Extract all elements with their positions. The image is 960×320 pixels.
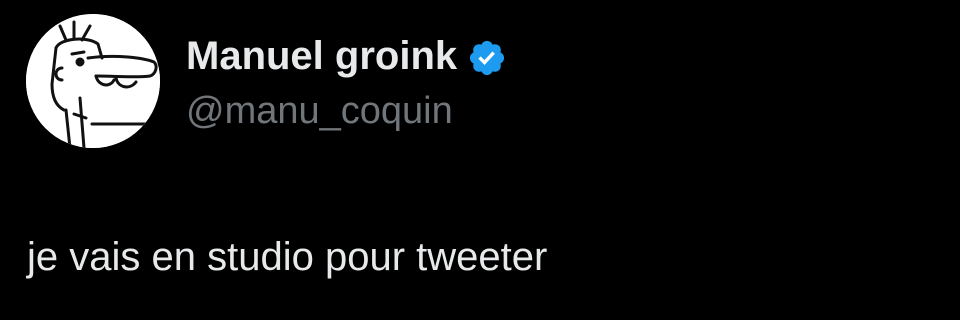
tweet: Manuel groink @manu_coquin je vais en st…	[0, 0, 960, 320]
author-avatar[interactable]	[26, 14, 160, 148]
tweet-text: je vais en studio pour tweeter	[27, 235, 548, 279]
cartoon-face-avatar-icon	[26, 14, 160, 148]
verified-badge-icon[interactable]	[467, 38, 507, 78]
author-display-name[interactable]: Manuel groink	[186, 30, 457, 82]
author-handle[interactable]: @manu_coquin	[186, 86, 453, 136]
author-name-row: Manuel groink	[186, 30, 507, 82]
